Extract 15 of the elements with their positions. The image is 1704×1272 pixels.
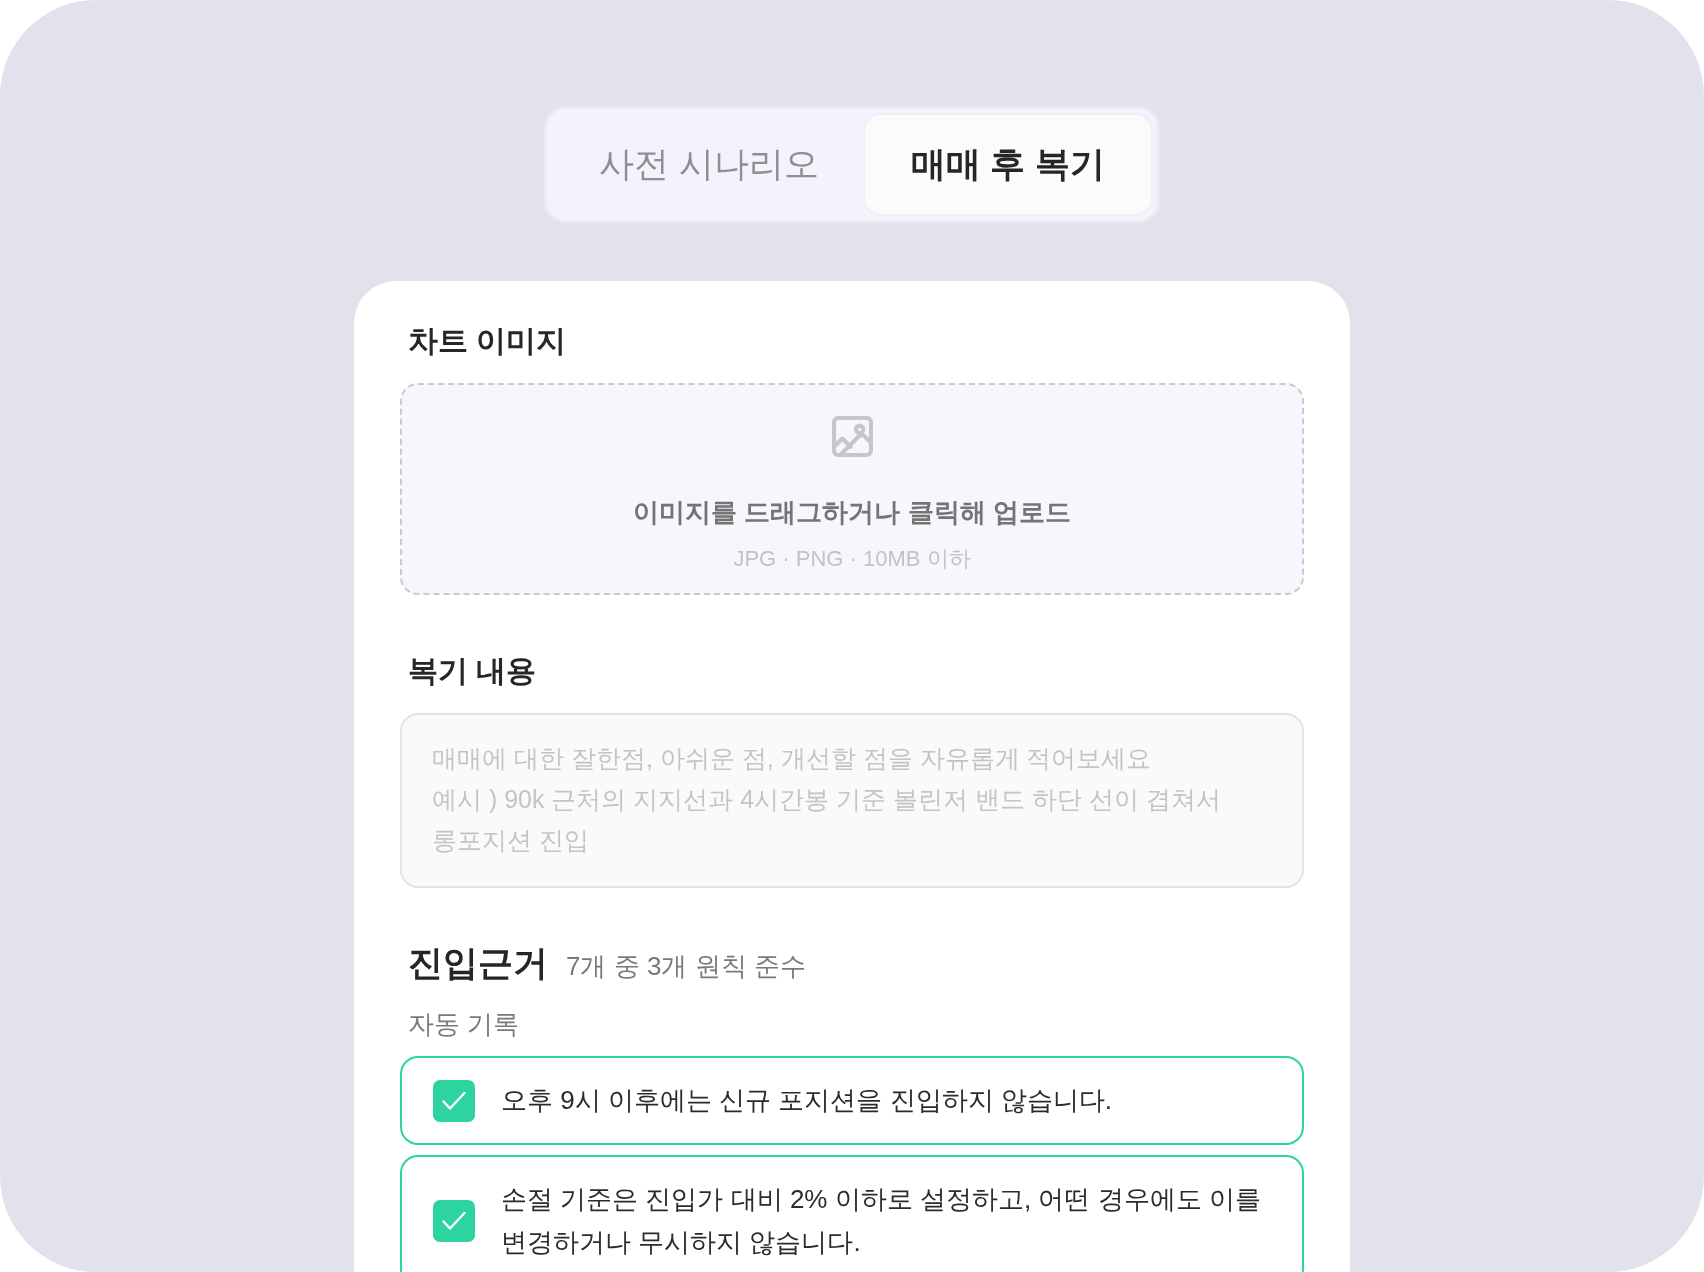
rule-text: 오후 9시 이후에는 신규 포지션을 진입하지 않습니다. — [501, 1084, 1113, 1117]
section-title: 차트 이미지 — [407, 323, 568, 359]
tab[interactable]: 사전 시나리오 — [552, 115, 865, 214]
tab[interactable]: 매매 후 복기 — [864, 115, 1152, 214]
rule-text: 손절 기준은 진입가 대비 2% 이하로 설정하고, 어떤 경우에도 이를 변경하거나 무시하지 않습니다. — [501, 1183, 1262, 1259]
check-icon — [442, 1091, 466, 1110]
section-title: 복기 내용 — [407, 653, 538, 689]
checkbox[interactable] — [433, 1079, 475, 1122]
group-label: 자동 기록 — [407, 1008, 520, 1041]
upload-prompt: 이미지를 드래그하거나 클릭해 업로드 — [633, 496, 1071, 529]
section-title: 진입근거 — [408, 942, 548, 984]
checkbox[interactable] — [433, 1200, 475, 1242]
compliance-summary: 7개 중 3개 원칙 준수 — [566, 950, 806, 983]
check-icon — [442, 1212, 466, 1230]
image-icon — [831, 416, 873, 457]
